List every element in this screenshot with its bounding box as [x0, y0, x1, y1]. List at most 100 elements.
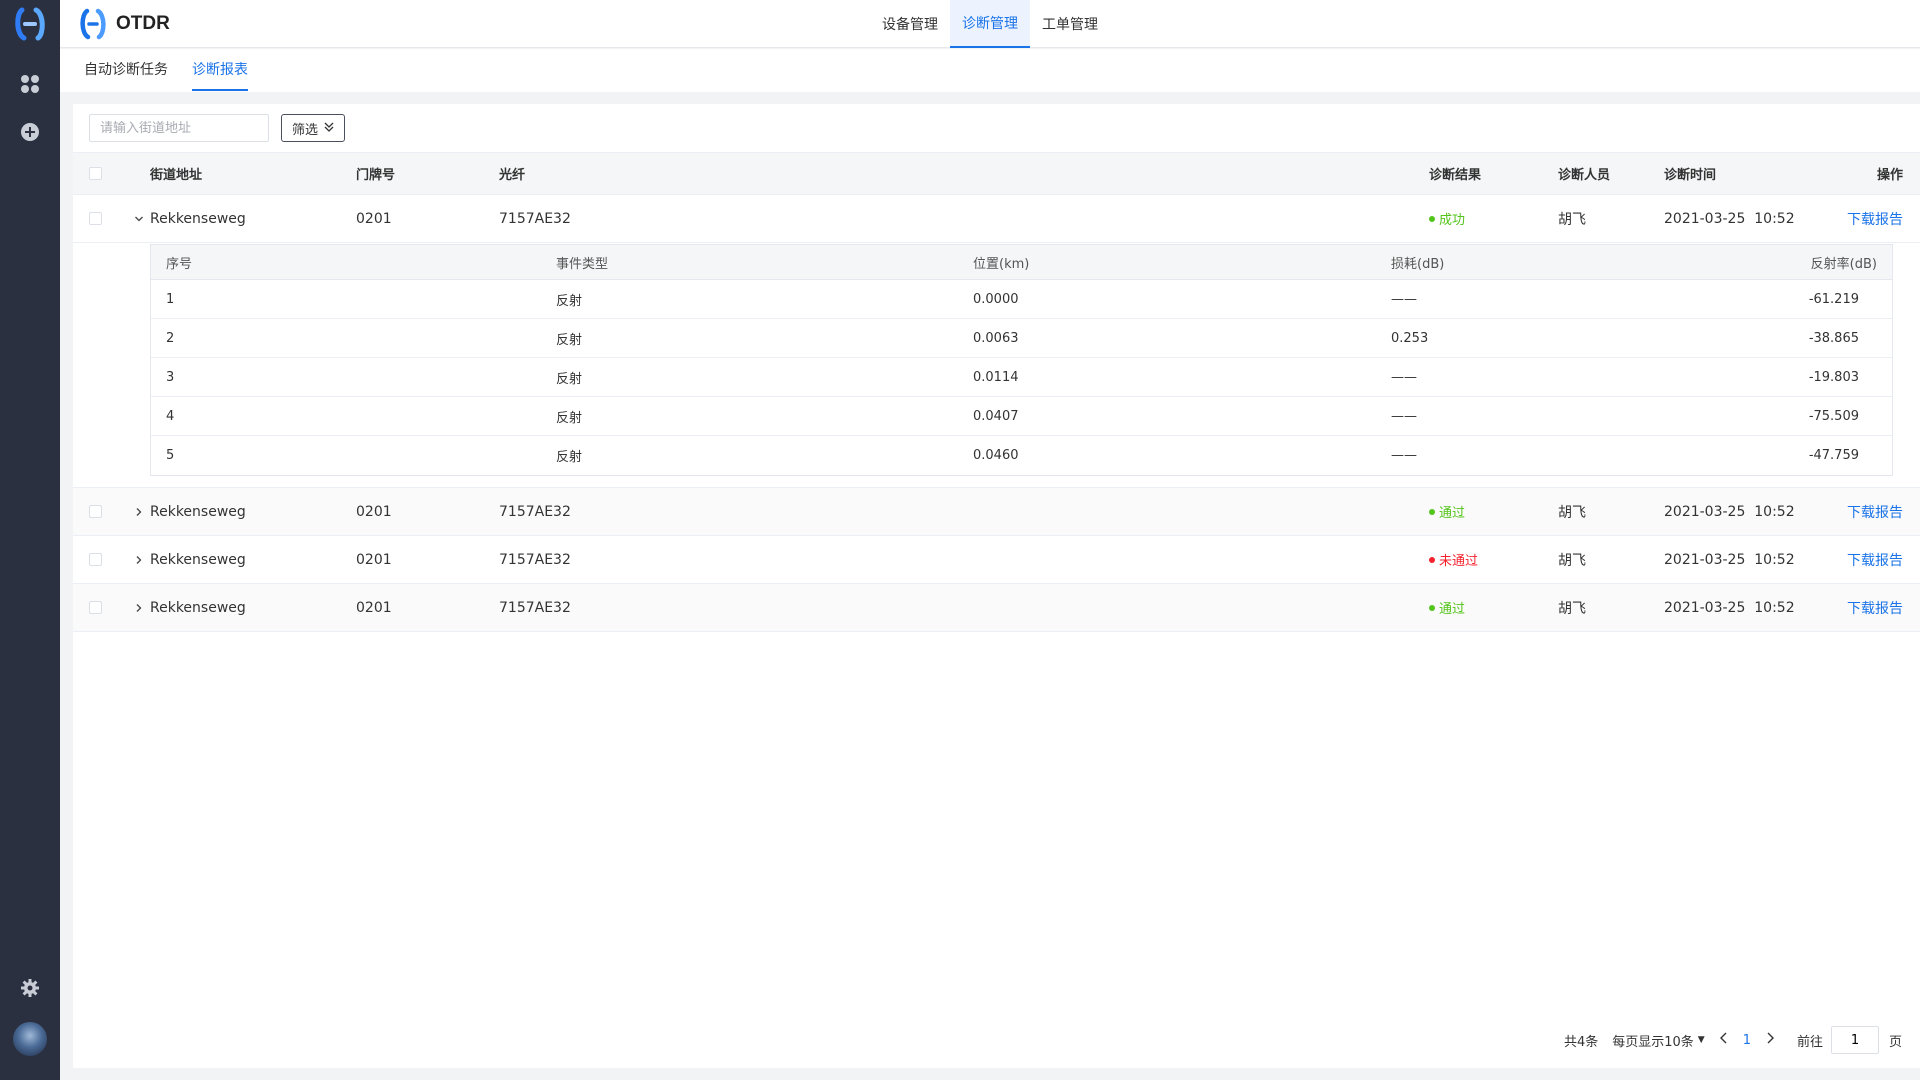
- tab-diagnosis-management[interactable]: 诊断管理: [950, 0, 1030, 48]
- col-event: 事件类型: [556, 256, 609, 272]
- time-cell: 2021-03-25 10:52: [1664, 599, 1795, 616]
- index-cell: 4: [166, 408, 175, 424]
- position-cell: 0.0460: [973, 448, 1019, 463]
- gear-icon[interactable]: [18, 976, 42, 1000]
- event-row: 5 反射 0.0460 —— -47.759: [151, 436, 1892, 475]
- col-fiber: 光纤: [499, 168, 526, 183]
- door-cell: 0201: [356, 551, 392, 568]
- status-badge: 成功: [1429, 209, 1465, 228]
- col-street: 街道地址: [150, 168, 203, 183]
- search-input[interactable]: [100, 120, 270, 136]
- select-all-checkbox[interactable]: [89, 167, 102, 180]
- index-cell: 3: [166, 369, 175, 385]
- chevron-right-icon[interactable]: [133, 507, 145, 517]
- chevron-down-icon[interactable]: [133, 214, 145, 224]
- loss-cell: 0.253: [1391, 330, 1429, 346]
- goto-page-input[interactable]: [1830, 1026, 1879, 1054]
- app-logo[interactable]: [14, 6, 46, 42]
- table-row[interactable]: Rekkenseweg 0201 7157AE32 通过 胡飞 2021-03-…: [73, 488, 1920, 536]
- status-dot: [1429, 604, 1435, 611]
- reflect-cell: -19.803: [1808, 369, 1859, 385]
- row-detail: 序号 事件类型 位置(km) 损耗(dB) 反射率(dB) 1 反射 0.000…: [73, 243, 1920, 488]
- chevron-right-icon[interactable]: [133, 603, 145, 613]
- reflect-cell: -38.865: [1808, 330, 1859, 346]
- table-row[interactable]: Rekkenseweg 0201 7157AE32 成功 胡飞 2021-03-…: [73, 195, 1920, 243]
- page-suffix: 页: [1888, 1034, 1902, 1050]
- caret-down-icon: ▼: [1697, 1035, 1705, 1045]
- fiber-cell: 7157AE32: [499, 503, 571, 520]
- chevron-right-icon[interactable]: [133, 555, 145, 565]
- time-cell: 2021-03-25 10:52: [1664, 551, 1795, 568]
- download-report-link[interactable]: 下载报告: [1847, 536, 1903, 583]
- next-page-button[interactable]: [1765, 1032, 1775, 1048]
- fiber-cell: 7157AE32: [499, 551, 571, 568]
- subtab-diagnosis-report[interactable]: 诊断报表: [192, 49, 248, 92]
- fiber-cell: 7157AE32: [499, 599, 571, 616]
- table-row[interactable]: Rekkenseweg 0201 7157AE32 通过 胡飞 2021-03-…: [73, 584, 1920, 632]
- row-checkbox[interactable]: [89, 505, 102, 518]
- page-size-label: 每页显示10条: [1612, 1034, 1694, 1050]
- tab-device-management[interactable]: 设备管理: [870, 0, 950, 48]
- row-checkbox[interactable]: [89, 553, 102, 566]
- row-checkbox[interactable]: [89, 601, 102, 614]
- street-cell: Rekkenseweg: [150, 503, 246, 520]
- tab-work-order-management[interactable]: 工单管理: [1030, 0, 1110, 48]
- loss-cell: ——: [1391, 369, 1417, 385]
- goto-label: 前往: [1796, 1034, 1823, 1050]
- time-cell: 2021-03-25 10:52: [1664, 210, 1795, 227]
- status-badge: 通过: [1429, 502, 1465, 521]
- position-cell: 0.0407: [973, 408, 1019, 424]
- subtab-auto-diagnosis-task[interactable]: 自动诊断任务: [84, 49, 168, 92]
- index-cell: 1: [166, 291, 175, 307]
- table-header: 街道地址 门牌号 光纤 诊断结果 诊断人员 诊断时间 操作: [73, 152, 1920, 195]
- person-cell: 胡飞: [1558, 552, 1586, 569]
- loss-cell: ——: [1391, 291, 1417, 307]
- status-dot: [1429, 215, 1435, 222]
- event-row: 1 反射 0.0000 —— -61.219: [151, 280, 1892, 319]
- event-row: 4 反射 0.0407 —— -75.509: [151, 397, 1892, 436]
- fiber-cell: 7157AE32: [499, 210, 571, 227]
- col-loss: 损耗(dB): [1391, 256, 1445, 272]
- table-row[interactable]: Rekkenseweg 0201 7157AE32 未通过 胡飞 2021-03…: [73, 536, 1920, 584]
- door-cell: 0201: [356, 210, 392, 227]
- status-dot: [1429, 556, 1435, 563]
- reflect-cell: -61.219: [1808, 291, 1859, 307]
- status-text: 成功: [1439, 213, 1466, 228]
- loss-cell: ——: [1391, 408, 1417, 424]
- status-text: 通过: [1439, 602, 1466, 617]
- filter-button[interactable]: 筛选: [281, 114, 346, 142]
- main-nav: 设备管理 诊断管理 工单管理: [870, 0, 1110, 48]
- double-chevron-down-icon: [324, 121, 334, 136]
- left-rail: [0, 0, 60, 1080]
- person-cell: 胡飞: [1558, 504, 1586, 521]
- page-size-select[interactable]: 每页显示10条 ▼: [1612, 1031, 1704, 1050]
- download-report-link[interactable]: 下载报告: [1847, 584, 1903, 631]
- apps-grid-icon[interactable]: [18, 72, 42, 96]
- row-checkbox[interactable]: [89, 212, 102, 225]
- report-table: 街道地址 门牌号 光纤 诊断结果 诊断人员 诊断时间 操作 Rekkensewe…: [73, 152, 1920, 632]
- page-number[interactable]: 1: [1743, 1033, 1751, 1048]
- add-circle-icon[interactable]: [18, 120, 42, 144]
- col-action: 操作: [1876, 168, 1903, 183]
- top-header: OTDR 设备管理 诊断管理 工单管理: [60, 0, 1920, 48]
- app-title: OTDR: [116, 13, 170, 34]
- status-text: 通过: [1439, 506, 1466, 521]
- event-cell: 反射: [556, 371, 583, 387]
- download-report-link[interactable]: 下载报告: [1847, 488, 1903, 535]
- position-cell: 0.0063: [973, 330, 1019, 346]
- street-cell: Rekkenseweg: [150, 551, 246, 568]
- content-card: 筛选 街道地址 门牌号 光纤 诊断结果 诊断人员 诊断时间 操作 Rekkens…: [73, 104, 1920, 1068]
- event-cell: 反射: [556, 410, 583, 426]
- col-door: 门牌号: [356, 168, 396, 183]
- prev-page-button[interactable]: [1719, 1032, 1729, 1048]
- brand: OTDR: [80, 8, 170, 40]
- reflect-cell: -47.759: [1808, 448, 1859, 463]
- time-cell: 2021-03-25 10:52: [1664, 503, 1795, 520]
- avatar[interactable]: [13, 1022, 47, 1056]
- col-reflect: 反射率(dB): [1810, 256, 1877, 272]
- door-cell: 0201: [356, 503, 392, 520]
- download-report-link[interactable]: 下载报告: [1847, 195, 1903, 242]
- person-cell: 胡飞: [1558, 600, 1586, 617]
- street-cell: Rekkenseweg: [150, 210, 246, 227]
- col-index: 序号: [166, 256, 193, 272]
